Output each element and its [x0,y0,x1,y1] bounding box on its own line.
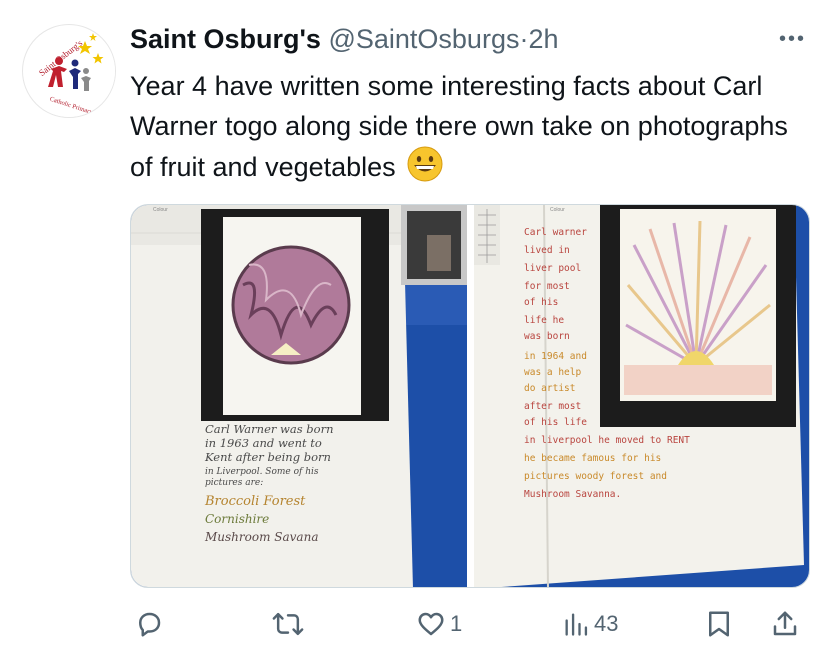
views-icon [565,613,588,636]
author-name[interactable]: Saint Osburg's [130,24,321,54]
tweet-text: Year 4 have written some interesting fac… [130,66,810,193]
left-line-6: Broccoli Forest [204,494,306,509]
left-line-1: Carl Warner was born [205,422,333,436]
right-col-7: was born [524,331,570,342]
grinning-face-emoji-icon [407,146,443,193]
right-corner-label: Colour [550,207,565,213]
photo-right[interactable]: Carl warner lived in liver pool for most… [474,205,809,587]
photo-left-image: Carl Warner was born in 1963 and went to… [131,205,467,587]
reply-icon [139,612,161,637]
left-line-8: Mushroom Savana [204,530,318,544]
right-col-9: was a help [524,367,581,378]
right-bottom-1: in liverpool he moved to RENT [524,435,690,446]
author-handle[interactable]: @SaintOsburgs [328,24,519,54]
like-icon [418,612,444,636]
views-button[interactable]: 43 [562,604,618,644]
reply-button[interactable] [134,604,164,644]
bookmark-icon [709,611,729,637]
views-count: 43 [594,611,619,636]
action-bar: 1 43 [130,604,810,644]
right-col-4: for most [524,281,570,292]
bookmark-button[interactable] [704,604,734,644]
right-col-11: after most [524,401,581,412]
school-logo-icon: Saint Osburg's Catholic Primary School [24,26,115,117]
avatar[interactable]: Saint Osburg's Catholic Primary School [22,24,116,118]
retweet-button[interactable] [272,604,304,644]
left-line-2: in 1963 and went to [205,436,322,450]
right-col-10: do artist [524,383,575,394]
left-line-3: Kent after being born [204,450,331,464]
tweet-header: Saint Osburg's @SaintOsburgs·2h [130,22,559,56]
share-icon [773,611,797,636]
right-bottom-2: he became famous for his [524,453,661,464]
like-button[interactable]: 1 [416,604,462,644]
left-corner-label: Colour [153,207,168,213]
right-col-2: lived in [524,245,570,256]
right-col-12: of his life [524,417,587,428]
like-count: 1 [450,611,463,636]
photo-right-image: Carl warner lived in liver pool for most… [474,205,809,587]
tweet-time[interactable]: 2h [528,24,558,54]
photo-left[interactable]: Carl Warner was born in 1963 and went to… [131,205,467,587]
tweet-media[interactable]: Carl Warner was born in 1963 and went to… [130,204,810,588]
right-col-6: life he [524,315,564,326]
right-col-5: of his [524,297,558,308]
left-line-4: in Liverpool. Some of his [205,467,319,477]
left-line-7: Cornishire [205,512,269,526]
more-options-icon[interactable]: ••• [779,28,806,51]
right-col-1: Carl warner [524,227,587,238]
tweet-body: Year 4 have written some interesting fac… [130,71,788,182]
right-bottom-3: pictures woody forest and [524,471,667,482]
right-col-3: liver pool [524,263,581,274]
right-bottom-4: Mushroom Savanna. [524,489,621,500]
media-gap [467,205,474,587]
left-line-5: pictures are: [205,478,263,488]
right-col-8: in 1964 and [524,351,587,362]
retweet-icon [272,612,304,636]
share-button[interactable] [770,604,800,644]
